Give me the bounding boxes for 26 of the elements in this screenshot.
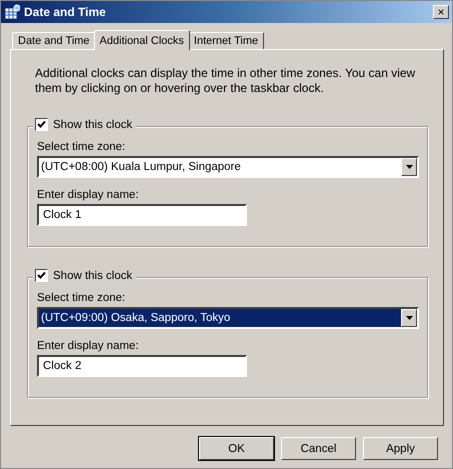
window-title: Date and Time — [24, 5, 107, 19]
tab[interactable]: Additional Clocks — [94, 30, 190, 50]
tab[interactable]: Internet Time — [188, 32, 264, 49]
calendar-icon — [4, 4, 20, 20]
dropdown-arrow-button[interactable] — [401, 158, 417, 176]
caret-icon — [406, 165, 412, 169]
field-label: Enter display name: — [37, 189, 140, 201]
time-zone-dropdown[interactable]: (UTC+09:00) Osaka, Sapporo, Tokyo — [37, 307, 419, 329]
dropdown-arrow-button[interactable] — [401, 309, 417, 327]
display-name-field[interactable]: Clock 1 — [37, 204, 247, 226]
checkbox-label: Show this clock — [53, 270, 132, 282]
caret-icon — [406, 316, 412, 320]
field-label: Select time zone: — [37, 292, 126, 304]
show-clock-checkbox[interactable] — [35, 269, 48, 282]
dialog-button[interactable]: OK — [199, 437, 274, 460]
description-text: Additional clocks can display the time in other time zones. You can view them by clicking on or hovering over the taskbar clock. — [35, 66, 416, 96]
close-button[interactable]: × — [433, 5, 449, 19]
tab[interactable]: Date and Time — [12, 32, 96, 49]
dialog-button[interactable]: Apply — [363, 437, 438, 460]
dialog-button[interactable]: Cancel — [281, 437, 356, 460]
display-name-field[interactable]: Clock 2 — [37, 355, 247, 377]
field-label: Select time zone: — [37, 141, 126, 153]
field-label: Enter display name: — [37, 340, 140, 352]
checkbox-label: Show this clock — [53, 118, 132, 130]
show-clock-checkbox[interactable] — [35, 118, 48, 131]
time-zone-dropdown[interactable]: (UTC+08:00) Kuala Lumpur, Singapore — [37, 156, 419, 178]
